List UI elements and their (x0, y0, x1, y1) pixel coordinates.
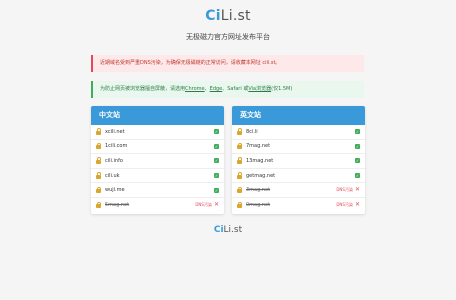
logo-rest: Li.st (220, 8, 251, 24)
check-icon: ✓ (214, 187, 219, 193)
site-row[interactable]: getmag.net ✓ (232, 169, 365, 184)
footer-logo[interactable]: CiLi.st (0, 225, 456, 235)
site-domain-link[interactable]: 0mag.net (246, 202, 336, 208)
chinese-site-list: xcili.net ✓ 1cili.com ✓ cili.info ✓ cili.uk ✓ wu… (91, 125, 224, 213)
site-row[interactable]: 13mag.net ✓ (232, 154, 365, 169)
page-subtitle: 无极磁力官方网址发布平台 (186, 33, 270, 41)
site-domain-link[interactable]: wuji.me (105, 187, 214, 193)
footer-logo-ci: Ci (213, 225, 224, 235)
site-domain-link[interactable]: cili.info (105, 158, 214, 164)
dns-status-label: DNS污染 (336, 202, 353, 208)
site-domain-link[interactable]: 1cili.com (105, 143, 214, 149)
lock-icon (237, 201, 242, 209)
site-row[interactable]: 0mag.net DNS污染 ✕ (232, 198, 365, 213)
lock-icon (96, 157, 101, 164)
cross-icon: ✕ (213, 201, 219, 209)
check-icon: ✓ (355, 129, 360, 135)
check-icon: ✓ (214, 143, 219, 149)
site-row[interactable]: cili.uk ✓ (91, 169, 224, 184)
lock-icon (237, 186, 242, 194)
site-domain-link[interactable]: cili.uk (105, 173, 214, 179)
site-domain-link[interactable]: 13mag.net (246, 158, 355, 164)
dns-status-label: DNS污染 (195, 202, 212, 208)
lock-icon (96, 142, 101, 150)
browser-suffix-text: (仅1.5M) (271, 86, 293, 92)
browser-recommend-alert: 为防止网页被浏览器擅自屏蔽，请选用Chrome、Edge、Safari 或Via… (91, 81, 364, 98)
lock-icon (237, 128, 242, 135)
lock-icon (96, 201, 101, 209)
check-icon: ✓ (355, 158, 360, 164)
check-icon: ✓ (355, 143, 360, 149)
site-domain-link[interactable]: 5mag.net (105, 202, 195, 208)
lock-icon (237, 172, 242, 179)
check-icon: ✓ (355, 173, 360, 179)
check-icon: ✓ (214, 173, 219, 179)
chinese-card-title: 中文站 (91, 106, 224, 125)
site-row[interactable]: 8ci.li ✓ (232, 125, 365, 140)
edge-link[interactable]: Edge (210, 86, 223, 92)
site-domain-link[interactable]: 7mag.net (246, 143, 355, 149)
site-domain-link[interactable]: 8ci.li (246, 129, 355, 135)
cross-icon: ✕ (354, 186, 360, 194)
check-icon: ✓ (214, 158, 219, 164)
browser-sep2-text: 、Safari 或 (222, 86, 249, 92)
english-card-title: 英文站 (232, 106, 365, 125)
site-row[interactable]: xcili.net ✓ (91, 125, 224, 140)
lock-icon (237, 142, 242, 150)
site-row[interactable]: cili.info ✓ (91, 154, 224, 169)
dns-warning-text: 近期域名受到严重DNS污染，为确保无极磁链的正常访问，请收藏本网址 cili.s… (100, 60, 281, 66)
chinese-site-card: 中文站 xcili.net ✓ 1cili.com ✓ cili.info ✓ cili.u… (91, 106, 224, 214)
logo-ci: Ci (205, 8, 221, 24)
lock-icon (96, 172, 101, 179)
site-row[interactable]: 1cili.com ✓ (91, 140, 224, 155)
lock-icon (96, 186, 101, 194)
site-domain-link[interactable]: xcili.net (105, 129, 214, 135)
site-domain-link[interactable]: 3mag.net (246, 187, 336, 193)
footer-logo-rest: Li.st (223, 225, 243, 235)
english-site-list: 8ci.li ✓ 7mag.net ✓ 13mag.net ✓ getmag.net ✓ 3ma… (232, 125, 365, 213)
lock-icon (237, 157, 242, 164)
lock-icon (96, 128, 101, 135)
site-row[interactable]: 7mag.net ✓ (232, 140, 365, 155)
site-row[interactable]: wuji.me ✓ (91, 183, 224, 198)
site-row[interactable]: 5mag.net DNS污染 ✕ (91, 198, 224, 213)
site-domain-link[interactable]: getmag.net (246, 173, 355, 179)
english-site-card: 英文站 8ci.li ✓ 7mag.net ✓ 13mag.net ✓ getmag.net… (232, 106, 365, 214)
chrome-link[interactable]: Chrome (185, 86, 205, 92)
dns-status-label: DNS污染 (336, 187, 353, 193)
site-row[interactable]: 3mag.net DNS污染 ✕ (232, 183, 365, 198)
cross-icon: ✕ (354, 201, 360, 209)
browser-prefix-text: 为防止网页被浏览器擅自屏蔽，请选用 (100, 86, 186, 92)
check-icon: ✓ (214, 129, 219, 135)
site-logo[interactable]: CiLi.st (0, 8, 456, 24)
via-browser-link[interactable]: Via浏览器 (248, 86, 271, 92)
dns-warning-alert: 近期域名受到严重DNS污染，为确保无极磁链的正常访问，请收藏本网址 cili.s… (91, 55, 364, 72)
